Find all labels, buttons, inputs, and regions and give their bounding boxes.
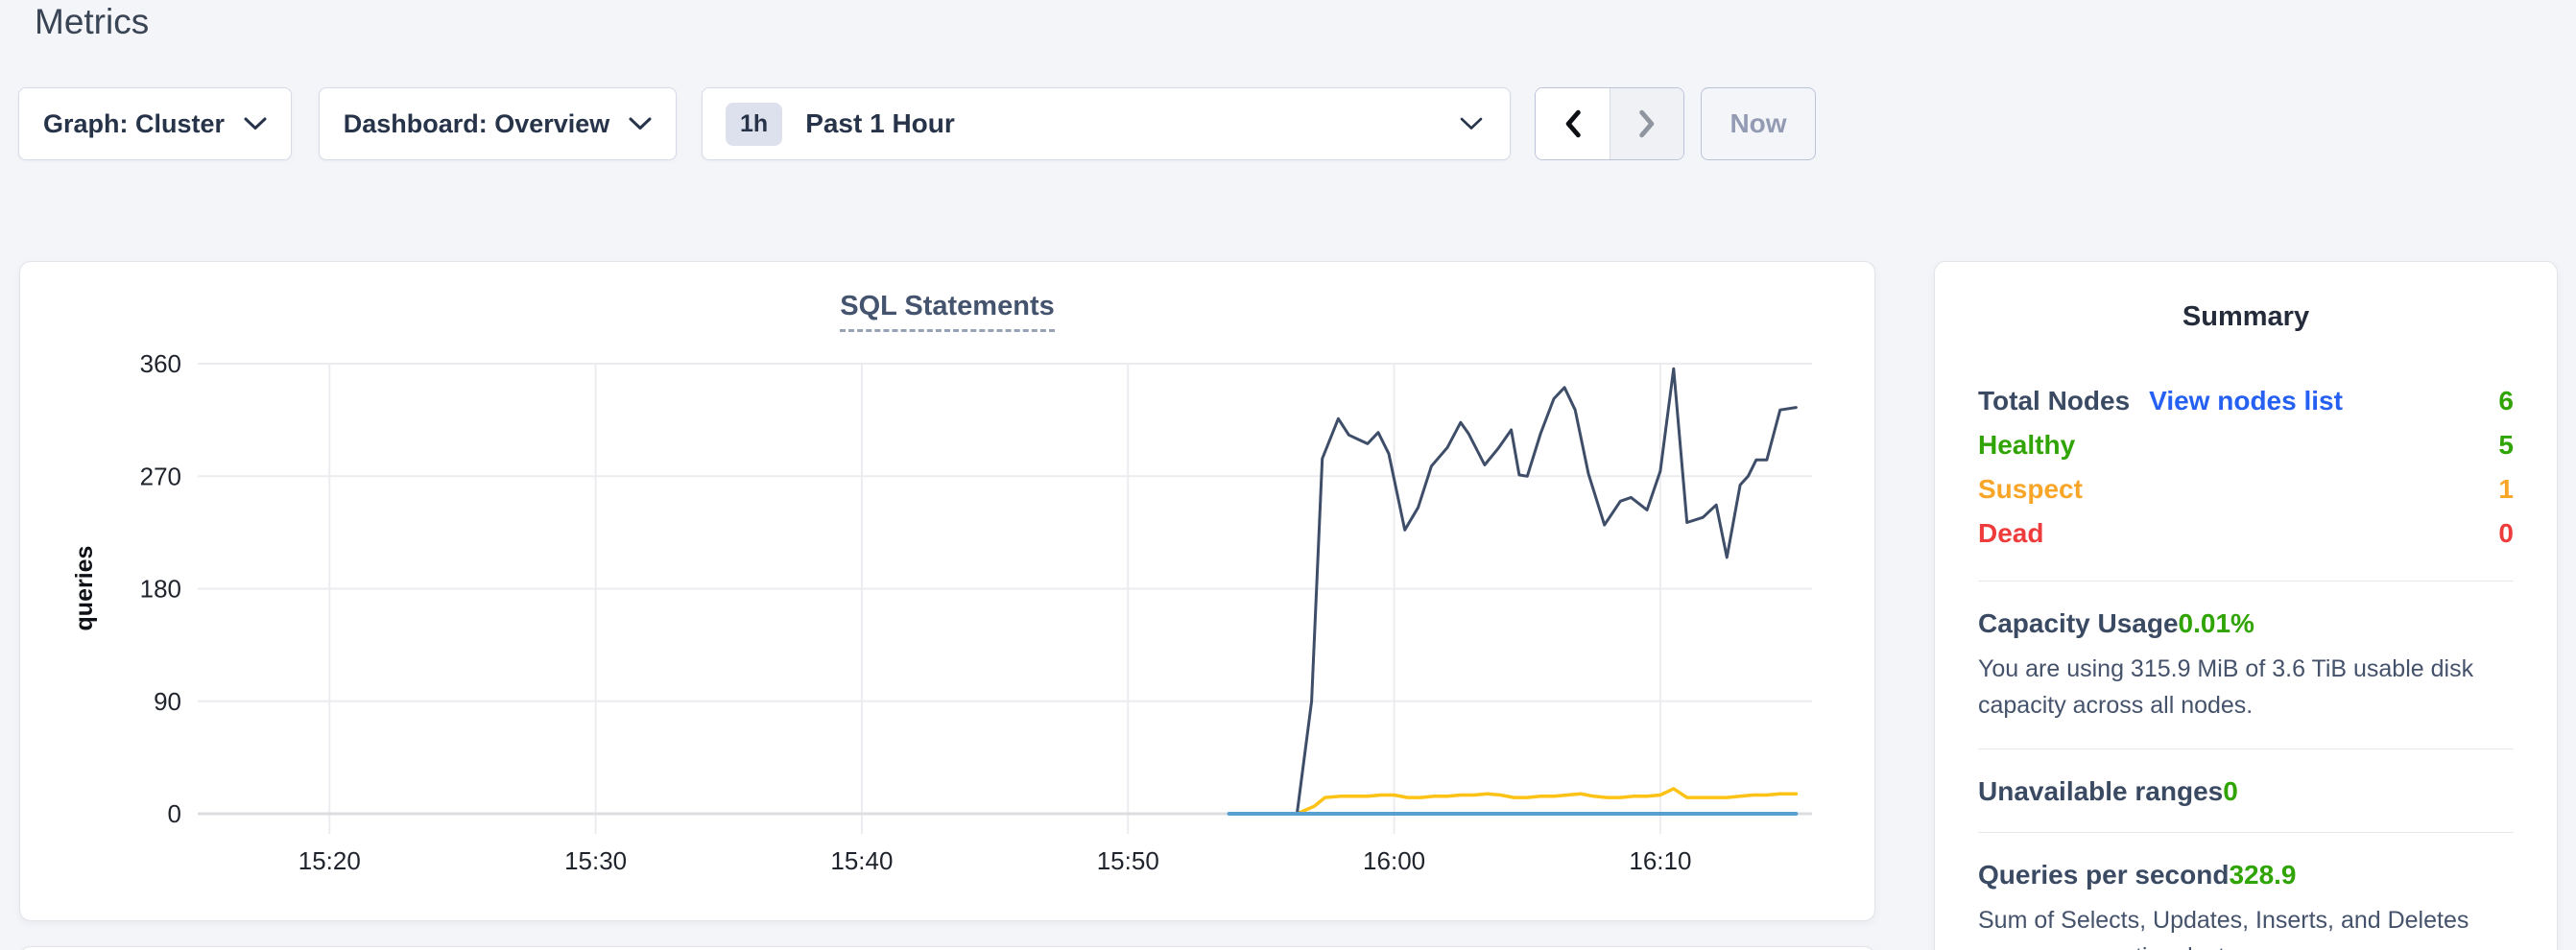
- chevron-down-icon: [244, 117, 267, 131]
- capacity-usage-label: Capacity Usage: [1978, 608, 2179, 639]
- y-tick-label: 90: [154, 687, 181, 716]
- controls-row: Graph: Cluster Dashboard: Overview 1h Pa…: [0, 87, 2576, 160]
- suspect-nodes-row: Suspect 1: [1978, 467, 2514, 511]
- capacity-usage-description: You are using 315.9 MiB of 3.6 TiB usabl…: [1978, 651, 2514, 724]
- total-nodes-label: Total Nodes: [1978, 386, 2130, 416]
- x-tick-label: 16:10: [1629, 846, 1691, 875]
- time-pager: [1535, 87, 1684, 160]
- y-axis-title: queries: [71, 546, 98, 631]
- y-tick-label: 360: [140, 349, 181, 378]
- chart-title[interactable]: SQL Statements: [840, 291, 1054, 332]
- time-range-selector[interactable]: 1h Past 1 Hour: [702, 87, 1511, 160]
- suspect-value: 1: [2498, 474, 2514, 505]
- time-range-badge: 1h: [726, 103, 782, 146]
- capacity-usage-section: Capacity Usage 0.01% You are using 315.9…: [1978, 608, 2514, 724]
- healthy-label: Healthy: [1978, 430, 2075, 461]
- dead-label: Dead: [1978, 518, 2043, 549]
- x-tick-label: 15:30: [564, 846, 627, 875]
- unavailable-ranges-label: Unavailable ranges: [1978, 776, 2223, 807]
- time-forward-button[interactable]: [1610, 88, 1683, 159]
- y-tick-label: 180: [140, 575, 181, 604]
- dark-navy-series: [1297, 368, 1796, 814]
- time-range-label: Past 1 Hour: [805, 108, 955, 139]
- queries-per-second-label: Queries per second: [1978, 860, 2229, 891]
- healthy-nodes-row: Healthy 5: [1978, 423, 2514, 467]
- queries-per-second-value: 328.9: [2229, 860, 2296, 891]
- healthy-value: 5: [2498, 430, 2514, 461]
- time-back-button[interactable]: [1536, 88, 1610, 159]
- divider: [1978, 748, 2514, 749]
- summary-panel: Summary Total Nodes View nodes list 6 He…: [1934, 261, 2558, 950]
- metrics-page: Metrics Graph: Cluster Dashboard: Overvi…: [0, 0, 2576, 950]
- sql-statements-line-chart[interactable]: 15:20 15:30 15:40 15:50 16:00 16:10 0 90 180 270 3…: [20, 262, 1876, 922]
- capacity-usage-value: 0.01%: [2179, 608, 2254, 639]
- unavailable-ranges-section: Unavailable ranges 0: [1978, 776, 2514, 807]
- chevron-left-icon: [1562, 109, 1584, 138]
- now-button[interactable]: Now: [1701, 87, 1816, 160]
- divider: [1978, 581, 2514, 582]
- queries-per-second-section: Queries per second 328.9 Sum of Selects,…: [1978, 860, 2514, 950]
- graph-selector-dropdown[interactable]: Graph: Cluster: [18, 87, 292, 160]
- chevron-down-icon: [1460, 117, 1483, 131]
- y-tick-label: 270: [140, 462, 181, 490]
- x-tick-label: 16:00: [1363, 846, 1425, 875]
- next-chart-card-partial: [19, 946, 1875, 950]
- x-tick-label: 15:50: [1097, 846, 1159, 875]
- chevron-down-icon: [629, 117, 652, 131]
- queries-per-second-description: Sum of Selects, Updates, Inserts, and De…: [1978, 902, 2514, 950]
- view-nodes-list-link[interactable]: View nodes list: [2149, 386, 2343, 416]
- suspect-label: Suspect: [1978, 474, 2083, 505]
- chevron-right-icon: [1636, 109, 1658, 138]
- chart-title-wrap: SQL Statements: [20, 291, 1874, 332]
- sql-statements-chart-card: 15:20 15:30 15:40 15:50 16:00 16:10 0 90 180 270 3…: [19, 261, 1875, 921]
- node-status-rows: Total Nodes View nodes list 6 Healthy 5 …: [1978, 379, 2514, 556]
- yellow-series: [1297, 789, 1796, 814]
- total-nodes-value: 6: [2498, 386, 2514, 416]
- dashboard-selector-dropdown[interactable]: Dashboard: Overview: [319, 87, 677, 160]
- dead-nodes-row: Dead 0: [1978, 511, 2514, 556]
- x-tick-label: 15:40: [830, 846, 893, 875]
- unavailable-ranges-value: 0: [2223, 776, 2238, 807]
- dashboard-selector-label: Dashboard: Overview: [344, 109, 610, 139]
- page-title: Metrics: [35, 2, 149, 42]
- x-tick-label: 15:20: [298, 846, 361, 875]
- dead-value: 0: [2498, 518, 2514, 549]
- divider: [1978, 832, 2514, 833]
- total-nodes-row: Total Nodes View nodes list 6: [1978, 379, 2514, 423]
- y-tick-label: 0: [168, 799, 181, 828]
- graph-selector-label: Graph: Cluster: [43, 109, 225, 139]
- summary-title: Summary: [1978, 301, 2514, 333]
